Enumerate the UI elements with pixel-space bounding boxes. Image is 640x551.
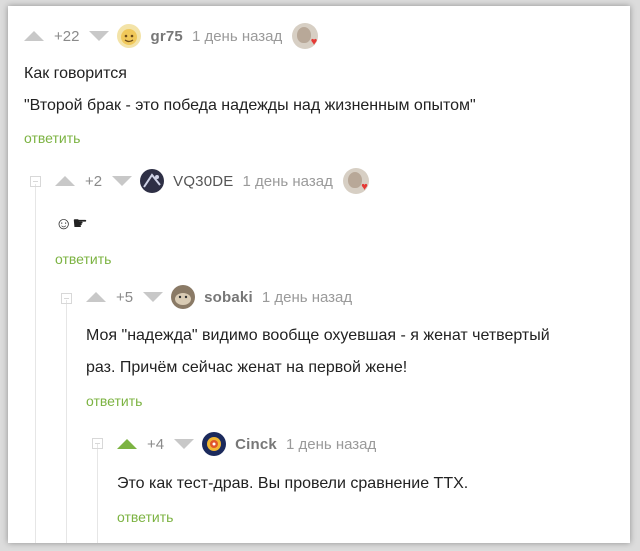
upvote-icon[interactable] xyxy=(86,292,106,302)
avatar[interactable] xyxy=(171,285,196,309)
downvote-icon[interactable] xyxy=(112,176,133,186)
comment-body: Как говорится "Второй брак - это победа … xyxy=(24,58,476,122)
comment-header: +22 gr75 1 день назад ♥ xyxy=(24,23,319,49)
comment-line: Как говорится xyxy=(24,65,127,82)
comment-header: +2 VQ30DE 1 день назад ♥ xyxy=(55,168,369,194)
comment-time[interactable]: 1 день назад xyxy=(243,173,333,190)
comment-header: +5 sobaki 1 день назад xyxy=(86,284,352,310)
thread-line[interactable] xyxy=(97,444,98,543)
reply-link[interactable]: ответить xyxy=(117,509,173,525)
comment-score: +5 xyxy=(116,288,134,306)
comment-time[interactable]: 1 день назад xyxy=(262,289,352,306)
upvote-icon[interactable] xyxy=(55,176,75,186)
reply-link[interactable]: ответить xyxy=(86,393,142,409)
comment-body: Это как тест-драв. Вы провели сравнение … xyxy=(117,468,468,500)
user-badge-icon: ♥ xyxy=(342,168,369,194)
author-nick[interactable]: VQ30DE xyxy=(173,173,233,190)
avatar[interactable] xyxy=(140,169,165,193)
avatar-image xyxy=(121,29,138,45)
upvote-icon[interactable] xyxy=(117,439,137,449)
author-nick[interactable]: sobaki xyxy=(204,289,253,306)
reply-link[interactable]: ответить xyxy=(55,251,111,267)
avatar-image xyxy=(207,437,222,451)
comment-line: Моя "надежда" видимо вообще охуевшая - я… xyxy=(86,327,550,344)
comment-time[interactable]: 1 день назад xyxy=(192,28,282,45)
downvote-icon[interactable] xyxy=(89,31,110,41)
author-nick[interactable]: gr75 xyxy=(150,28,183,45)
comment-score: +4 xyxy=(147,435,165,453)
author-nick[interactable]: Cinck xyxy=(235,436,277,453)
comments-panel: +22 gr75 1 день назад ♥ Как говорится "В… xyxy=(8,6,630,543)
collapse-thread-icon[interactable] xyxy=(61,293,72,304)
avatar[interactable] xyxy=(202,432,227,456)
thread-line[interactable] xyxy=(35,184,36,543)
downvote-icon[interactable] xyxy=(143,292,164,302)
avatar[interactable] xyxy=(117,24,142,48)
comment-body: Моя "надежда" видимо вообще охуевшая - я… xyxy=(86,320,550,384)
comment-score: +2 xyxy=(85,172,103,190)
comment-line: Это как тест-драв. Вы провели сравнение … xyxy=(117,475,469,492)
upvote-icon[interactable] xyxy=(24,31,44,41)
thread-line[interactable] xyxy=(66,300,67,543)
comment-line: "Второй брак - это победа надежды над жи… xyxy=(24,97,476,114)
comment-line: раз. Причём сейчас женат на первой жене! xyxy=(86,359,408,376)
comment-header: +4 Cinck 1 день назад xyxy=(117,431,376,457)
comment-time[interactable]: 1 день назад xyxy=(286,436,376,453)
avatar-image xyxy=(143,173,161,188)
reply-link[interactable]: ответить xyxy=(24,130,80,146)
comment-emoji: ☺☛ xyxy=(55,214,88,233)
collapse-thread-icon[interactable] xyxy=(92,438,103,449)
comment-score: +22 xyxy=(54,27,80,45)
downvote-icon[interactable] xyxy=(174,439,195,449)
user-badge-icon: ♥ xyxy=(292,23,319,49)
collapse-thread-icon[interactable] xyxy=(30,176,41,187)
avatar-image xyxy=(175,293,192,305)
